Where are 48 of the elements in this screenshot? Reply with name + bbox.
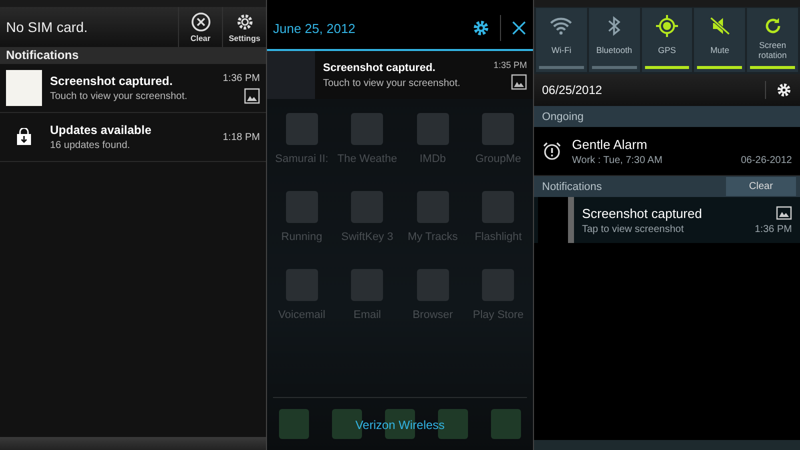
notification-text: 16 updates found. xyxy=(50,140,132,151)
screenshot-thumbnail xyxy=(538,197,574,243)
notification-title: Screenshot captured. xyxy=(50,74,174,88)
notification-time: 1:35 PM xyxy=(493,60,527,70)
carrier-label: Verizon Wireless xyxy=(355,418,445,432)
notification-time: 1:18 PM xyxy=(222,132,260,142)
notification-item[interactable]: Screenshot captured. Touch to view your screenshot. 1:35 PM xyxy=(267,51,533,99)
quick-toggle[interactable]: Mute xyxy=(694,8,746,72)
section-header: Ongoing xyxy=(534,106,800,127)
settings-icon[interactable] xyxy=(472,19,490,37)
quick-toggle[interactable]: Screen rotation xyxy=(747,8,798,72)
notification-title: Gentle Alarm xyxy=(572,136,648,152)
section-header: Notifications xyxy=(542,180,602,192)
quick-toggle[interactable]: GPS xyxy=(642,8,692,72)
section-header: Notifications xyxy=(0,47,266,64)
screenshot-thumbnail xyxy=(6,70,42,106)
bluetooth-icon xyxy=(607,16,622,36)
quick-toggle[interactable]: Bluetooth xyxy=(588,8,640,72)
notification-time: 1:36 PM xyxy=(754,224,792,234)
close-icon xyxy=(190,12,210,32)
screenshot-thumbnail xyxy=(267,51,315,99)
settings-icon xyxy=(234,12,254,32)
notification-item[interactable]: Screenshot captured. Touch to view your screenshot. 1:36 PM xyxy=(0,64,266,113)
notification-text: Tap to view screenshot xyxy=(582,224,685,234)
quick-toggle[interactable]: Wi-Fi xyxy=(536,8,587,72)
alarm-clock-icon xyxy=(542,141,562,161)
crosshair-icon xyxy=(656,15,678,37)
wifi-icon xyxy=(550,17,572,35)
notification-time: 1:36 PM xyxy=(222,72,260,84)
close-icon[interactable] xyxy=(511,20,527,36)
notification-text: Touch to view your screenshot. xyxy=(50,91,188,102)
date-label: June 25, 2012 xyxy=(273,20,356,36)
date-label: 06/25/2012 xyxy=(542,83,604,97)
notification-text: Work : Tue, 7:30 AM xyxy=(572,154,662,166)
notification-item[interactable]: Updates available 16 updates found. 1:18 PM xyxy=(0,113,266,162)
image-icon xyxy=(776,206,792,220)
notification-text: Touch to view your screenshot. xyxy=(323,78,462,88)
image-icon xyxy=(511,74,527,90)
sim-status: No SIM card. xyxy=(6,19,89,35)
speaker-muted-icon xyxy=(708,16,731,36)
alarm-date: 06-26-2012 xyxy=(740,154,792,166)
notification-title: Screenshot captured xyxy=(582,206,703,220)
shopping-bag-icon xyxy=(15,128,33,146)
clear-button[interactable]: Clear xyxy=(726,177,796,196)
image-icon xyxy=(244,88,260,104)
notification-title: Screenshot captured. xyxy=(323,62,436,74)
notification-title: Updates available xyxy=(50,123,152,137)
notification-item[interactable]: Screenshot captured Tap to view screenshot 1:36 PM xyxy=(534,197,800,243)
